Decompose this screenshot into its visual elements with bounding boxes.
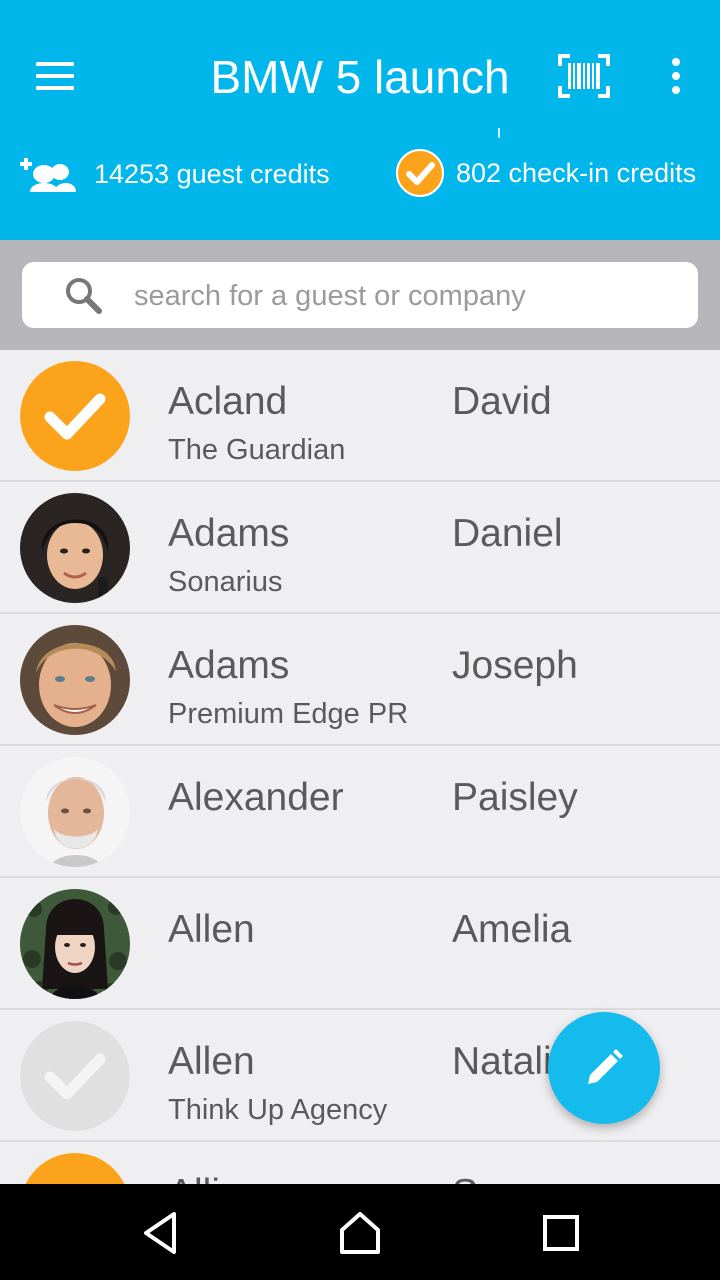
guest-last-name: Alli (168, 1172, 220, 1184)
guest-last-name: Allen (168, 1040, 255, 1083)
guest-row[interactable]: Alli S (0, 1142, 720, 1184)
guest-credits: 14253 guest credits (18, 150, 330, 198)
search-input[interactable] (132, 272, 676, 320)
guest-last-name: Acland (168, 380, 288, 423)
not-checked-in-badge-icon (20, 1021, 130, 1131)
home-icon[interactable] (334, 1208, 386, 1258)
guest-first-name: S (452, 1172, 478, 1184)
checked-in-badge-icon (20, 361, 130, 471)
system-nav-bar (0, 1184, 720, 1280)
guest-last-name: Adams (168, 512, 290, 555)
guest-first-name: Paisley (452, 776, 578, 819)
guest-avatar (20, 757, 130, 867)
guest-company: The Guardian (168, 434, 346, 466)
guest-avatar (20, 625, 130, 735)
back-icon[interactable] (134, 1208, 186, 1258)
guest-first-name: Joseph (452, 644, 578, 687)
guest-last-name: Adams (168, 644, 290, 687)
check-icon (396, 149, 444, 197)
app-bar: BMW 5 launch 14253 guest credits 802 che… (0, 0, 720, 240)
guest-first-name: Daniel (452, 512, 563, 555)
guest-row[interactable]: Allen Amelia (0, 878, 720, 1010)
add-guests-icon (18, 152, 76, 197)
guest-first-name: Natali (452, 1040, 552, 1083)
guest-first-name: David (452, 380, 552, 423)
checkin-credits-label: 802 check-in credits (456, 157, 697, 188)
search-box[interactable] (22, 262, 698, 328)
menu-icon[interactable] (36, 60, 76, 92)
recents-icon[interactable] (536, 1208, 588, 1258)
guest-credits-label: 14253 guest credits (94, 158, 330, 189)
search-bar (0, 240, 720, 350)
search-icon (64, 276, 104, 316)
checkin-credits: 802 check-in credits (396, 148, 696, 198)
guest-company: Sonarius (168, 566, 283, 598)
edit-pencil-icon (588, 1049, 623, 1084)
barcode-icon[interactable] (558, 54, 610, 98)
guest-last-name: Allen (168, 908, 255, 951)
guest-row[interactable]: Adams Joseph Premium Edge PR (0, 614, 720, 746)
guest-row[interactable]: Acland David The Guardian (0, 350, 720, 482)
checked-in-badge-icon (20, 1153, 130, 1184)
guest-company: Premium Edge PR (168, 698, 409, 730)
guest-company: Think Up Agency (168, 1094, 388, 1126)
guest-avatar (20, 493, 130, 603)
event-title: BMW 5 launch (210, 51, 510, 103)
more-vert-icon[interactable] (664, 56, 688, 96)
guest-avatar (20, 889, 130, 999)
edit-fab-button[interactable] (548, 1012, 660, 1124)
divider-tick (498, 128, 500, 138)
guest-row[interactable]: Alexander Paisley (0, 746, 720, 878)
guest-first-name: Amelia (452, 908, 572, 951)
guest-last-name: Alexander (168, 776, 344, 819)
guest-row[interactable]: Adams Daniel Sonarius (0, 482, 720, 614)
